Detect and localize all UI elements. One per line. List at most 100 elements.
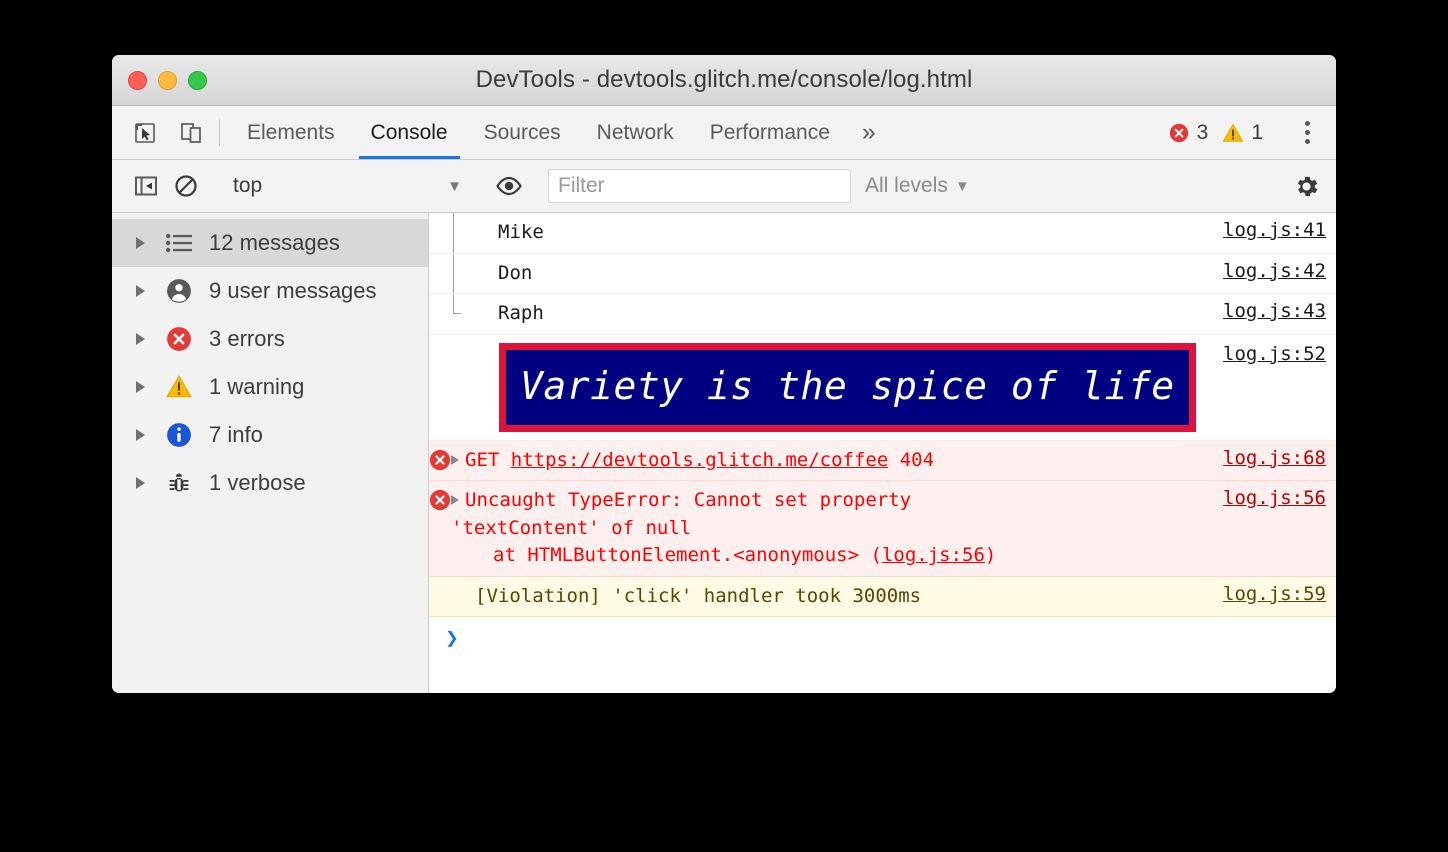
tabbar-status: 3 1	[1168, 106, 1336, 159]
console-message-text: [Violation] 'click' handler took 3000ms	[475, 584, 922, 607]
expand-triangle-icon[interactable]	[136, 381, 145, 393]
expand-triangle-icon[interactable]	[136, 333, 145, 345]
warning-icon	[162, 374, 196, 400]
bug-icon	[162, 470, 196, 496]
console-source-link[interactable]: log.js:59	[1223, 583, 1336, 605]
devtools-menu-icon[interactable]	[1290, 114, 1324, 152]
sidebar-item-label: 7 info	[209, 422, 263, 447]
filter-input[interactable]	[548, 169, 851, 203]
more-tabs-icon[interactable]: »	[848, 106, 890, 159]
console-prompt[interactable]: ❯	[429, 617, 1336, 671]
console-source-link[interactable]: log.js:43	[1223, 300, 1336, 322]
row-gutter	[429, 300, 451, 302]
error-icon	[1169, 123, 1188, 142]
expand-triangle-icon[interactable]	[136, 285, 145, 297]
warning-count-badge[interactable]: 1	[1222, 121, 1263, 145]
request-status: 404	[899, 448, 935, 471]
sidebar-item-label: 1 warning	[209, 374, 305, 399]
warning-count-value: 1	[1251, 120, 1263, 144]
console-message-text: Uncaught TypeError: Cannot set property …	[451, 487, 1223, 570]
request-method: GET	[465, 448, 500, 471]
expand-triangle-icon[interactable]	[136, 477, 145, 489]
stack-frame-text: at HTMLButtonElement.<anonymous> (	[493, 544, 882, 567]
stack-frame-suffix: )	[984, 544, 997, 567]
console-row-log[interactable]: Mike log.js:41	[429, 213, 1336, 254]
stack-frame-link[interactable]: log.js:56	[882, 544, 985, 566]
console-source-link[interactable]: log.js:56	[1223, 487, 1336, 509]
exception-line-2: 'textContent' of null	[451, 516, 692, 539]
console-source-link[interactable]: log.js:52	[1223, 343, 1336, 365]
prompt-chevron-icon: ❯	[445, 626, 459, 652]
execution-context-value: top	[233, 174, 263, 197]
inspect-element-icon[interactable]	[126, 114, 164, 152]
console-row-log[interactable]: Don log.js:42	[429, 253, 1336, 295]
user-icon	[162, 278, 196, 304]
log-levels-selector[interactable]: All levels ▼	[851, 174, 984, 198]
row-gutter	[429, 343, 451, 345]
sidebar-item-errors[interactable]: 3 errors	[112, 315, 428, 363]
tabbar-tool-icons	[126, 106, 210, 159]
log-levels-value: All levels	[865, 174, 948, 197]
row-gutter	[429, 219, 451, 221]
chevron-down-icon: ▼	[954, 177, 970, 195]
sidebar-item-label: 9 user messages	[209, 278, 377, 303]
console-message-list[interactable]: Mike log.js:41 Don log.js:42 Raph log.js…	[429, 213, 1336, 693]
console-row-log[interactable]: Raph log.js:43	[429, 294, 1336, 335]
tab-console[interactable]: Console	[353, 106, 466, 159]
row-gutter	[429, 583, 451, 585]
group-indent-line	[453, 294, 454, 314]
console-sidebar: 12 messages 9 user messages 3 errors 1 w…	[112, 213, 429, 693]
console-row-styled-log[interactable]: Variety is the spice of life log.js:52	[429, 335, 1336, 441]
console-row-network-error[interactable]: GET https://devtools.glitch.me/coffee 40…	[429, 440, 1336, 482]
console-source-link[interactable]: log.js:68	[1223, 447, 1336, 469]
clear-console-icon[interactable]	[166, 166, 206, 206]
window-titlebar: DevTools - devtools.glitch.me/console/lo…	[112, 55, 1336, 106]
window-title: DevTools - devtools.glitch.me/console/lo…	[475, 66, 973, 93]
live-expression-eye-icon[interactable]	[489, 166, 529, 206]
expand-triangle-icon[interactable]	[136, 237, 145, 249]
console-row-exception[interactable]: Uncaught TypeError: Cannot set property …	[429, 481, 1336, 577]
sidebar-item-warnings[interactable]: 1 warning	[112, 363, 428, 411]
tab-sources[interactable]: Sources	[466, 106, 579, 159]
exception-line-1: Uncaught TypeError: Cannot set property	[451, 487, 1223, 515]
execution-context-selector[interactable]: top ▼	[225, 174, 470, 198]
expand-triangle-icon[interactable]	[451, 454, 459, 465]
error-icon	[162, 326, 196, 352]
exception-stack-frame: at HTMLButtonElement.<anonymous> (log.js…	[451, 542, 1223, 570]
console-row-violation[interactable]: [Violation] 'click' handler took 3000ms …	[429, 576, 1336, 618]
sidebar-item-verbose[interactable]: 1 verbose	[112, 459, 428, 507]
tab-performance[interactable]: Performance	[692, 106, 848, 159]
row-gutter	[429, 260, 451, 262]
group-indent-line	[453, 253, 454, 294]
console-source-link[interactable]: log.js:41	[1223, 219, 1336, 241]
expand-triangle-icon[interactable]	[136, 429, 145, 441]
toolbar-right	[1265, 166, 1336, 206]
list-icon	[162, 230, 196, 256]
sidebar-item-messages[interactable]: 12 messages	[112, 219, 428, 267]
sidebar-item-label: 1 verbose	[209, 470, 306, 495]
row-gutter	[429, 487, 451, 511]
tab-network[interactable]: Network	[579, 106, 692, 159]
console-message-text: Mike	[498, 221, 544, 243]
sidebar-item-user-messages[interactable]: 9 user messages	[112, 267, 428, 315]
console-message-styled: Variety is the spice of life	[451, 342, 1223, 432]
group-indent-line	[453, 213, 454, 253]
expand-triangle-icon[interactable]	[451, 495, 459, 506]
console-settings-gear-icon[interactable]	[1286, 166, 1326, 206]
error-count-value: 3	[1196, 120, 1209, 144]
warning-icon	[1222, 122, 1244, 142]
info-icon	[162, 422, 196, 448]
tabbar-divider	[219, 119, 220, 146]
error-icon	[429, 449, 451, 470]
tab-elements[interactable]: Elements	[229, 106, 353, 159]
sidebar-item-info[interactable]: 7 info	[112, 411, 428, 459]
error-count-badge[interactable]: 3	[1168, 120, 1209, 145]
chevron-down-icon: ▼	[447, 177, 462, 195]
request-url-link[interactable]: https://devtools.glitch.me/coffee	[511, 449, 889, 471]
devtools-window: DevTools - devtools.glitch.me/console/lo…	[112, 55, 1336, 693]
sidebar-item-label: 3 errors	[209, 326, 285, 351]
error-icon	[429, 490, 451, 511]
device-toolbar-icon[interactable]	[172, 114, 210, 152]
console-source-link[interactable]: log.js:42	[1223, 260, 1336, 282]
toggle-console-sidebar-icon[interactable]	[126, 166, 166, 206]
